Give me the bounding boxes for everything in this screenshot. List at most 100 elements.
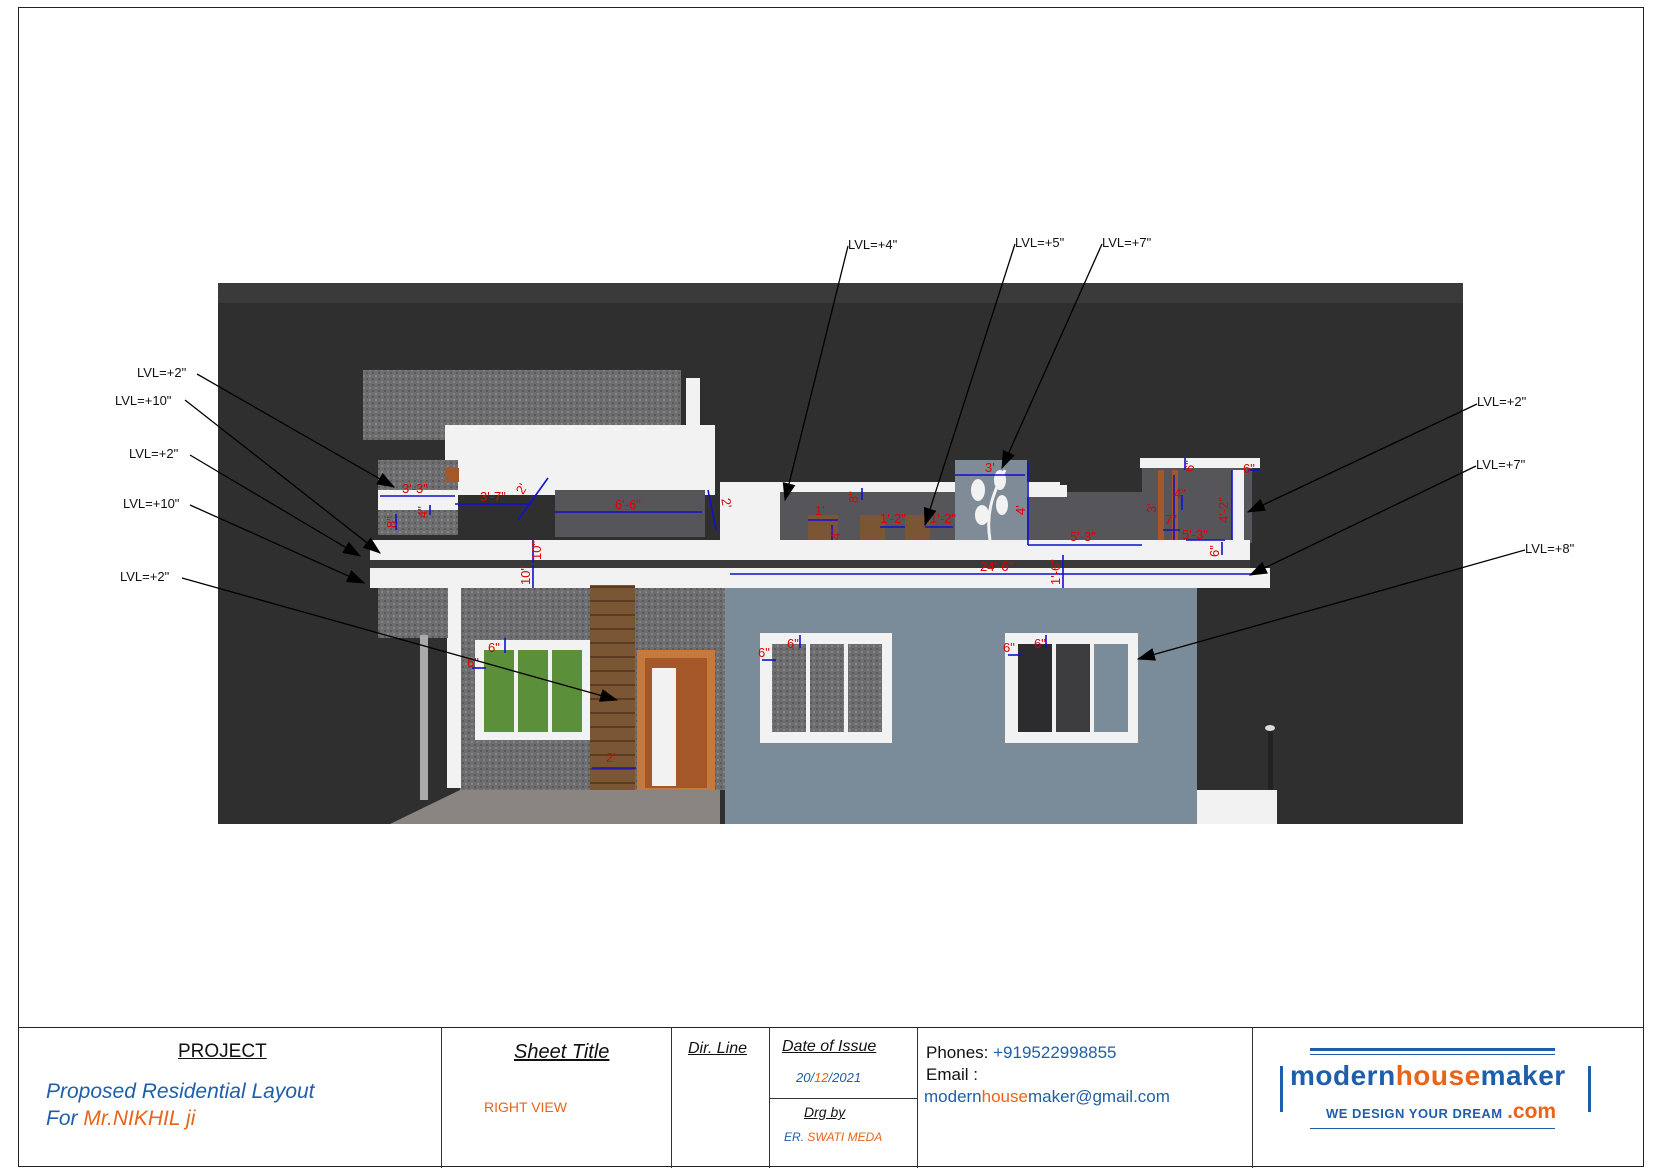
contact-cell: Phones: +919522998855 Email : modernhous… — [918, 1028, 1253, 1168]
lvl-right-2: LVL=+7" — [1476, 457, 1526, 472]
dim-4c: 4' — [1013, 505, 1028, 515]
logo-house: house — [1395, 1060, 1481, 1091]
green-window-pane-2 — [518, 650, 548, 732]
date-year: /2021 — [828, 1070, 862, 1085]
date-month: 12 — [814, 1070, 829, 1085]
gf-white-post — [447, 588, 461, 788]
dim-8b: 8" — [846, 491, 861, 503]
sheet-title-cell: Sheet Title RIGHT VIEW — [442, 1028, 672, 1168]
phones-line: Phones: +919522998855 — [926, 1043, 1117, 1063]
tower-white-post — [686, 378, 700, 453]
lamp-post — [1268, 730, 1273, 790]
dim-1: 1' — [815, 503, 825, 518]
project-heading: PROJECT — [178, 1041, 267, 1062]
logo-com: .com — [1507, 1100, 1557, 1123]
dim-2c: 2' — [606, 750, 616, 765]
logo-tagline-row: WE DESIGN YOUR DREAM .com — [1326, 1100, 1556, 1124]
window-1-pane-1 — [772, 644, 806, 732]
drg-by-name: SWATI MEDA — [807, 1130, 883, 1144]
dim-10b: 10" — [518, 566, 533, 585]
lvl-left-3: LVL=+2" — [129, 446, 179, 461]
logo-tagline: WE DESIGN YOUR DREAM — [1326, 1106, 1503, 1121]
sheet-title-heading: Sheet Title — [514, 1041, 610, 1063]
dim-6-6: 6'-6" — [615, 497, 641, 512]
green-window-pane-3 — [552, 650, 582, 732]
lvl-left-5: LVL=+2" — [120, 569, 170, 584]
slab-shadow — [370, 560, 1250, 568]
lvl-top-3: LVL=+7" — [1102, 235, 1152, 250]
logo-bar-left — [1280, 1066, 1283, 1112]
gf-side-pipe — [420, 635, 428, 800]
dim-6e: 6" — [467, 655, 479, 670]
lvl-left-4: LVL=+10" — [123, 496, 180, 511]
lvl-right-3: LVL=+8" — [1525, 541, 1575, 556]
phones-label: Phones: — [926, 1043, 989, 1062]
email-part1: modern — [924, 1087, 982, 1106]
date-cell: Date of Issue 20/12/2021 Drg by ER. SWAT… — [770, 1028, 918, 1168]
dim-5-3a: 5'-3" — [1070, 529, 1096, 544]
window-2-pane-3 — [1094, 644, 1128, 732]
elevation-drawing: 3'-3" 3'-7" 2' 6'-6" 2' 8" 4" 10" 10" 1'… — [115, 235, 1575, 824]
project-for-line: For Mr.NIKHIL ji — [46, 1107, 195, 1131]
logo-wordmark: modernhousemaker — [1290, 1060, 1566, 1092]
dim-6d: 6" — [488, 640, 500, 655]
logo: modernhousemaker WE DESIGN YOUR DREAM .c… — [1268, 1048, 1608, 1150]
window-2-pane-1 — [1018, 644, 1052, 732]
window-1-pane-3 — [848, 644, 882, 732]
dim-6c: 6" — [1243, 461, 1255, 476]
pergola-white-post — [1232, 470, 1244, 540]
project-for: For — [46, 1107, 84, 1130]
pergola-top — [1140, 458, 1260, 468]
boundary-wall — [1197, 790, 1277, 824]
dim-4a: 4" — [415, 506, 430, 518]
right-parapet-top — [1027, 485, 1067, 497]
email-value[interactable]: modernhousemaker@gmail.com — [924, 1087, 1170, 1107]
project-client: Mr.NIKHIL ji — [83, 1107, 196, 1130]
project-line1: Proposed Residential Layout — [46, 1080, 315, 1103]
logo-rule-top2 — [1310, 1054, 1555, 1055]
dim-6a: 6" — [1182, 460, 1197, 472]
drg-by-heading: Drg by — [804, 1104, 846, 1120]
dim-4d: 4" — [1174, 486, 1186, 501]
gf-side-stone — [378, 588, 448, 638]
logo-bar-right — [1588, 1066, 1591, 1112]
dim-3-7: 3'-7" — [480, 489, 506, 504]
dim-4b: 4" — [828, 528, 843, 540]
dim-8a: 8" — [384, 516, 399, 528]
dim-6b: 6" — [1207, 545, 1222, 557]
email-label: Email : — [926, 1065, 978, 1084]
logo-maker: maker — [1480, 1060, 1566, 1091]
logo-modern: modern — [1290, 1060, 1396, 1091]
dim-3a: 3' — [985, 460, 995, 475]
lamp-head — [1265, 725, 1275, 731]
lvl-top-1: LVL=+4" — [848, 237, 898, 252]
dim-6h: 6" — [1034, 636, 1046, 651]
dim-6i: 6" — [1003, 640, 1015, 655]
dim-10a: 10" — [529, 541, 544, 560]
upper-main-slab — [370, 540, 1250, 560]
drg-by-prefix: ER. — [784, 1130, 808, 1144]
dim-24-6: 24'-6" — [980, 559, 1014, 574]
dir-line-cell: Dir. Line — [672, 1028, 770, 1168]
small-wood-block — [445, 468, 459, 482]
email-part2: house — [981, 1087, 1028, 1106]
dim-4-2: 4'-2" — [1216, 497, 1231, 523]
tower-white-frame — [445, 425, 715, 495]
drg-by-value: ER. SWATI MEDA — [784, 1130, 882, 1144]
dim-6f: 6" — [787, 636, 799, 651]
date-day: 20/ — [796, 1070, 815, 1085]
lvl-top-2: LVL=+5" — [1015, 235, 1065, 250]
dim-1-2a: 1'-2" — [880, 511, 906, 526]
green-window-pane-1 — [484, 650, 514, 732]
door-glass — [652, 668, 676, 786]
dim-3-3: 3'-3" — [402, 481, 428, 496]
window-2-pane-2 — [1056, 644, 1090, 732]
dim-7: 7" — [1165, 512, 1177, 527]
sheet-title-value: RIGHT VIEW — [484, 1099, 567, 1115]
phones-value: +919522998855 — [993, 1043, 1117, 1062]
date-divider — [770, 1098, 918, 1099]
lvl-left-2: LVL=+10" — [115, 393, 172, 408]
project-cell: PROJECT Proposed Residential Layout For … — [18, 1028, 442, 1168]
sky-highlight — [218, 283, 1463, 303]
dim-1-2b: 1'-2" — [930, 511, 956, 526]
